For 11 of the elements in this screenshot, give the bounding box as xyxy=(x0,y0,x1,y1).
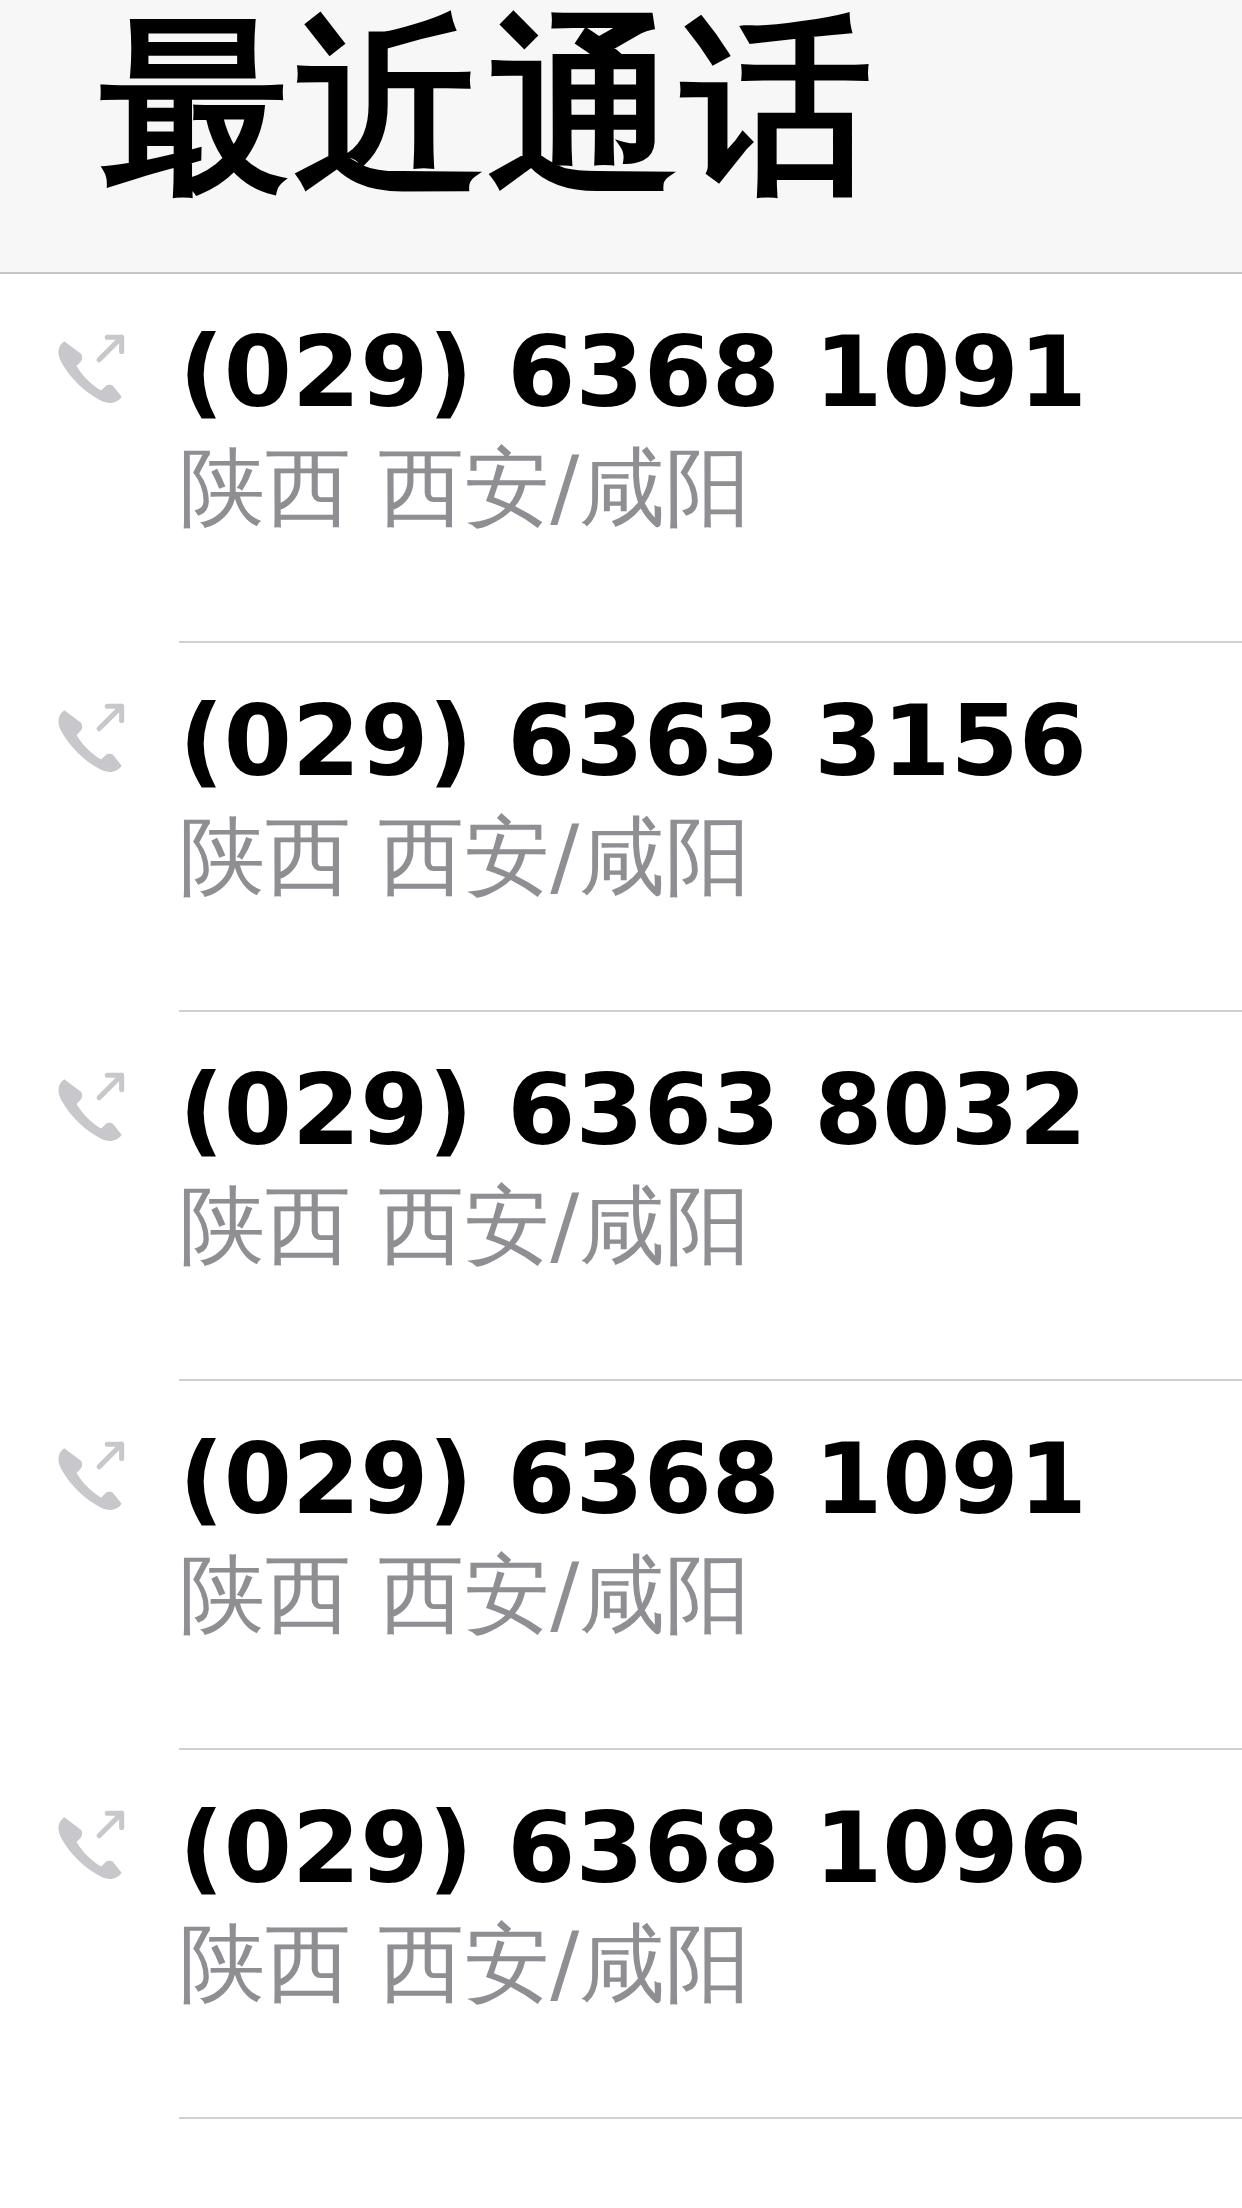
call-location: 陕西 西安/咸阳 xyxy=(179,435,753,539)
call-location: 陕西 西安/咸阳 xyxy=(179,1173,753,1277)
phone-number[interactable]: (029) 6368 1096 xyxy=(179,1790,1242,1908)
call-location: 陕西 西安/咸阳 xyxy=(179,1911,753,2015)
page-title: 最近通话 xyxy=(100,12,876,202)
phone-number[interactable]: (029) 6368 1091 xyxy=(179,314,1242,432)
phone-number[interactable]: (029) 6363 8032 xyxy=(179,1052,1242,1170)
call-location: 陕西 西安/咸阳 xyxy=(179,804,753,908)
call-location: 陕西 西安/咸阳 xyxy=(179,1542,753,1646)
phone-number[interactable]: (029) 6363 3156 xyxy=(179,683,1242,801)
phone-number[interactable]: (029) 6368 1091 xyxy=(179,1421,1242,1539)
